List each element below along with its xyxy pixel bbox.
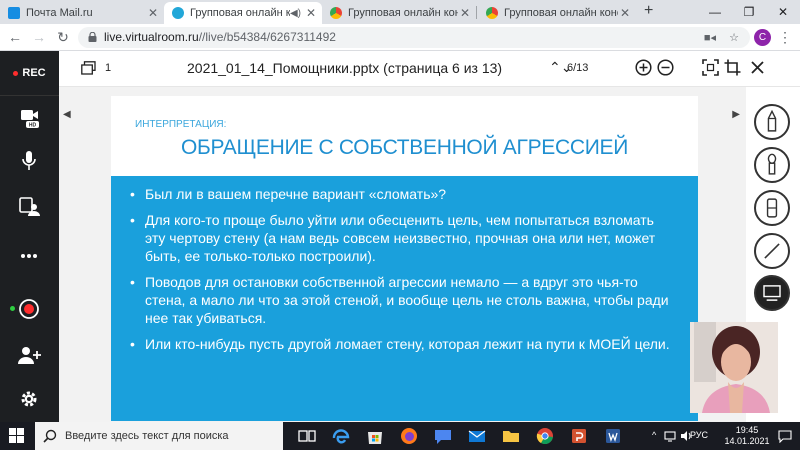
close-window-button[interactable]: ✕ — [766, 0, 800, 24]
divider — [0, 95, 59, 96]
presentation-tool-icon[interactable] — [754, 275, 790, 311]
taskbar-search-input[interactable]: Введите здесь текст для поиска — [35, 422, 283, 450]
clock[interactable]: 19:45 14.01.2021 — [723, 425, 771, 447]
collapse-right-icon[interactable]: ▶ — [732, 109, 740, 120]
pencil-tool-icon[interactable] — [754, 104, 790, 140]
zoom-out-icon[interactable] — [657, 59, 674, 76]
windows-taskbar: Введите здесь текст для поиска ^ РУС 19:… — [0, 422, 800, 450]
network-icon[interactable] — [664, 430, 676, 442]
fullscreen-icon[interactable] — [702, 59, 719, 76]
collapse-left-icon[interactable]: ◀ — [63, 109, 71, 120]
close-icon[interactable]: ✕ — [146, 6, 160, 20]
star-icon[interactable]: ☆ — [726, 30, 742, 46]
record-button-icon[interactable] — [15, 297, 43, 321]
search-placeholder: Введите здесь текст для поиска — [65, 430, 229, 442]
bullet-item: Или кто-нибудь пусть другой ломает стену… — [127, 335, 677, 353]
back-button[interactable]: ← — [6, 28, 24, 46]
mailru-icon — [8, 7, 20, 19]
camera-icon[interactable]: HD — [15, 105, 43, 129]
crop-icon[interactable] — [724, 59, 741, 76]
virtualroom-icon — [172, 7, 184, 19]
line-tool-icon[interactable] — [754, 233, 790, 269]
bullet-item: Для кого-то проще было уйти или обесцени… — [127, 211, 677, 265]
camera-permission-icon[interactable]: ■◂ — [702, 30, 718, 46]
forward-button[interactable]: → — [30, 28, 48, 46]
tab-consult-2[interactable]: Групповая онлайн консульт ✕ — [322, 2, 476, 24]
minimize-button[interactable]: — — [698, 0, 732, 24]
lock-icon[interactable] — [88, 32, 97, 42]
close-icon[interactable]: ✕ — [458, 6, 472, 20]
zoom-in-icon[interactable] — [635, 59, 652, 76]
browser-menu-icon[interactable]: ⋮ — [778, 29, 792, 46]
bullet-item: Был ли в вашем перечне вариант «сломать»… — [127, 185, 677, 203]
windows-start-icon[interactable] — [9, 428, 24, 443]
url-host: live.virtualroom.ru — [104, 30, 199, 44]
powerpoint-icon[interactable] — [568, 426, 590, 446]
brush-tool-icon[interactable] — [754, 147, 790, 183]
new-tab-button[interactable]: + — [644, 2, 653, 20]
document-title: 2021_01_14_Помощники.pptx (страница 6 из… — [187, 60, 503, 76]
profile-avatar[interactable]: C — [754, 29, 771, 46]
file-explorer-icon[interactable] — [500, 426, 522, 446]
slide-kicker: ИНТЕРПРЕТАЦИЯ: — [135, 119, 227, 130]
close-icon[interactable] — [749, 59, 766, 76]
webcam-preview[interactable] — [690, 322, 778, 413]
rec-label: REC — [22, 67, 46, 79]
chrome-icon[interactable] — [534, 426, 556, 446]
tab-title: Групповая онлайн консульт — [504, 7, 618, 19]
mail-icon[interactable] — [466, 426, 488, 446]
tab-title: Групповая онлайн консульт — [348, 7, 458, 19]
close-icon[interactable]: ✕ — [618, 6, 632, 20]
reload-button[interactable]: ↻ — [54, 28, 72, 46]
edge-icon[interactable] — [330, 426, 352, 446]
rec-dot-icon — [13, 70, 19, 76]
word-icon[interactable] — [602, 426, 624, 446]
search-icon — [43, 429, 57, 443]
store-icon[interactable] — [364, 426, 386, 446]
language-indicator[interactable]: РУС — [690, 430, 708, 440]
hd-badge: HD — [29, 123, 37, 129]
close-icon[interactable]: ✕ — [304, 6, 318, 20]
tab-title: Почта Mail.ru — [26, 7, 93, 19]
slide: ИНТЕРПРЕТАЦИЯ: ОБРАЩЕНИЕ С СОБСТВЕННОЙ А… — [111, 96, 698, 421]
clock-time: 19:45 — [735, 425, 759, 435]
microphone-icon[interactable] — [15, 149, 43, 173]
slide-title: ОБРАЩЕНИЕ С СОБСТВЕННОЙ АГРЕССИЕЙ — [180, 136, 629, 159]
chrome-app-icon — [330, 7, 342, 19]
tab-separator — [476, 6, 477, 19]
firefox-icon[interactable] — [398, 426, 420, 446]
conference-sidebar: REC HD — [0, 51, 59, 422]
slide-stage: ◀ ▶ ИНТЕРПРЕТАЦИЯ: ОБРАЩЕНИЕ С СОБСТВЕНН… — [59, 87, 746, 422]
tray-expand-icon[interactable]: ^ — [652, 430, 656, 440]
bullet-list: Был ли в вашем перечне вариант «сломать»… — [127, 185, 677, 361]
url-path: //live/b54384/6267311492 — [198, 30, 336, 44]
page-position: 6/13 — [567, 62, 589, 74]
thumbnails-icon[interactable] — [81, 61, 96, 75]
participants-share-icon[interactable] — [15, 195, 43, 219]
chat-app-icon[interactable] — [432, 426, 454, 446]
chrome-app-icon — [486, 7, 498, 19]
marker-tool-icon[interactable] — [754, 190, 790, 226]
task-view-icon[interactable] — [296, 426, 318, 446]
thumbnail-page-number: 1 — [105, 62, 112, 74]
rec-indicator[interactable]: REC — [0, 57, 59, 89]
clock-date: 14.01.2021 — [724, 436, 770, 446]
url-field[interactable]: live.virtualroom.ru//live/b54384/6267311… — [78, 27, 750, 48]
tab-mailru[interactable]: Почта Mail.ru ✕ — [0, 2, 164, 24]
speaker-icon[interactable]: ◀) — [290, 8, 301, 19]
browser-tab-bar: Почта Mail.ru ✕ Групповая онлайн консу ◀… — [0, 0, 800, 24]
address-bar: ← → ↻ live.virtualroom.ru//live/b54384/6… — [0, 24, 800, 51]
restore-button[interactable]: ❐ — [732, 0, 766, 24]
notifications-icon[interactable] — [778, 429, 792, 443]
slide-body: Был ли в вашем перечне вариант «сломать»… — [111, 176, 698, 421]
add-user-icon[interactable] — [15, 343, 43, 367]
bullet-item: Поводов для остановки собственной агресс… — [127, 273, 677, 327]
tab-consult-3[interactable]: Групповая онлайн консульт ✕ — [478, 2, 636, 24]
document-toolbar: 1 2021_01_14_Помощники.pptx (страница 6 … — [59, 51, 800, 87]
tab-virtualroom[interactable]: Групповая онлайн консу ◀) ✕ — [164, 2, 322, 24]
more-options-icon[interactable] — [15, 244, 43, 268]
settings-gear-icon[interactable] — [15, 387, 43, 411]
tab-title: Групповая онлайн консу — [190, 7, 290, 19]
